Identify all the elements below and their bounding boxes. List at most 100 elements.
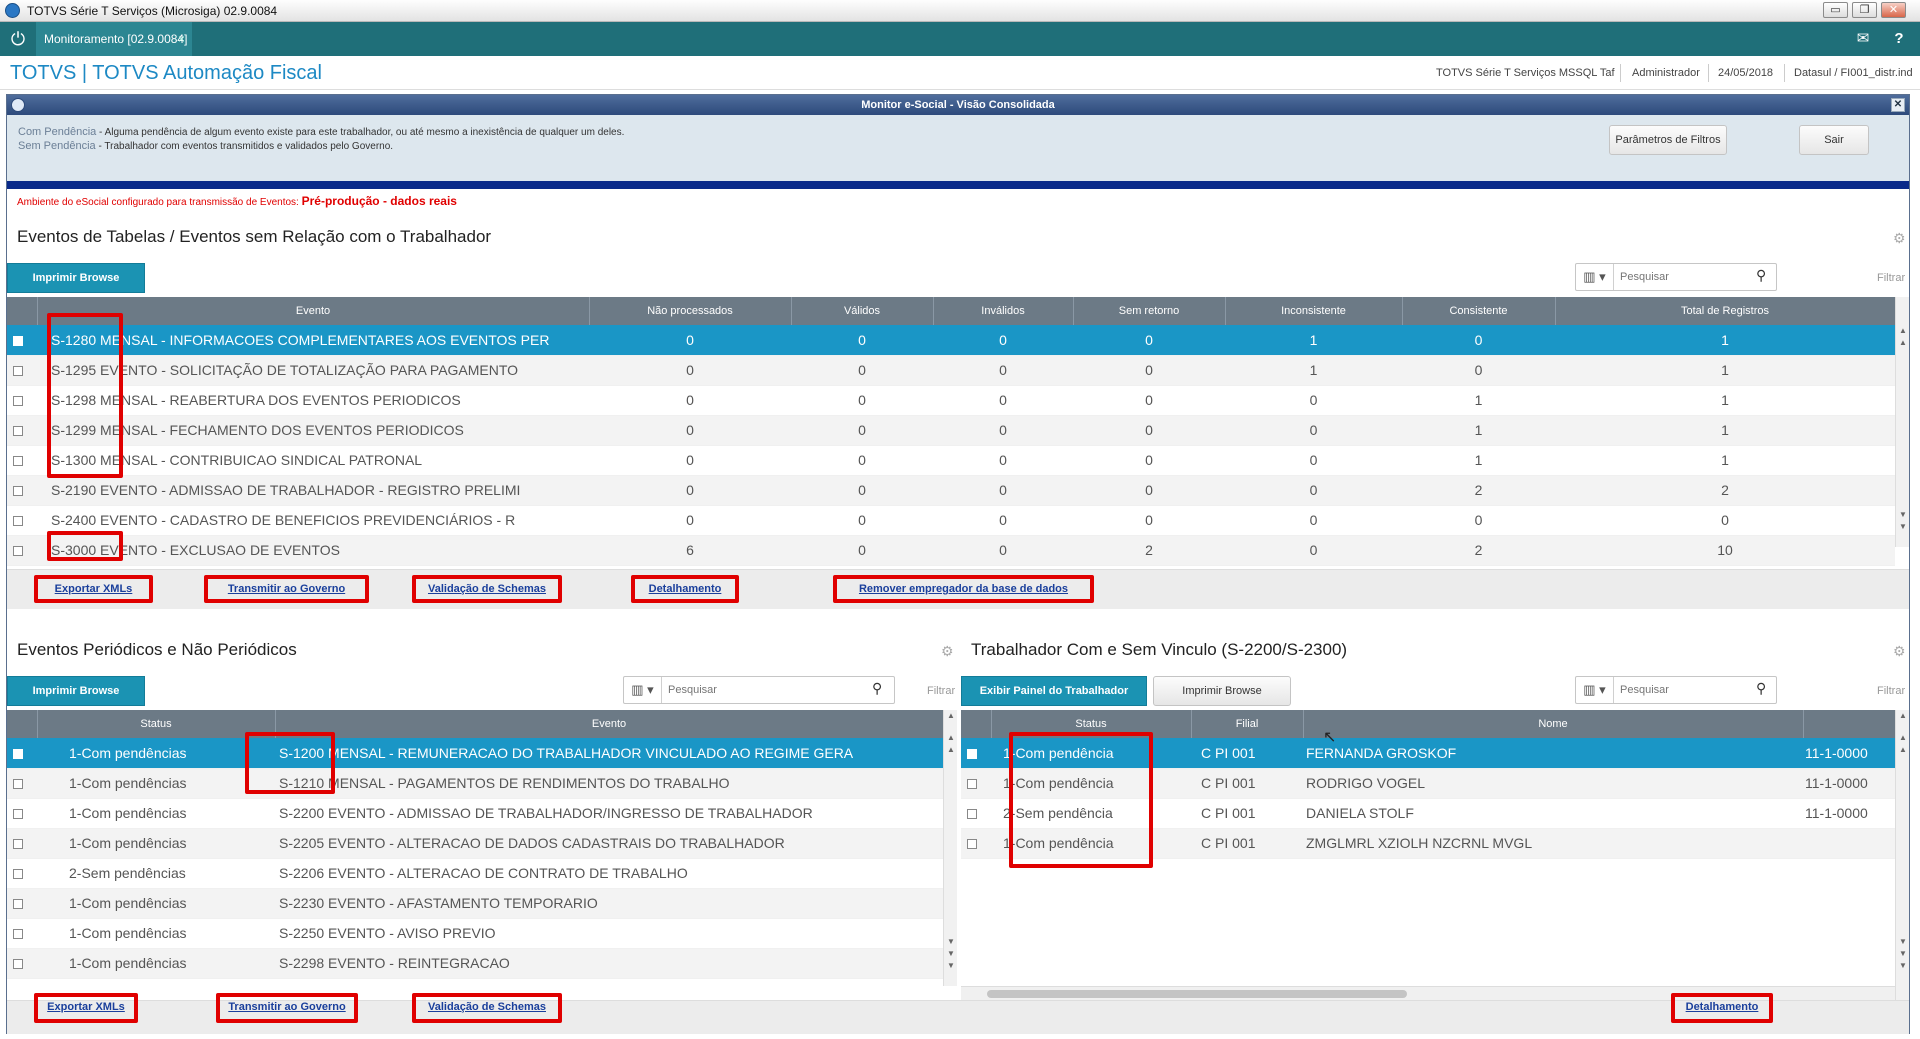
help-icon[interactable]: ?: [1888, 28, 1910, 50]
table-row[interactable]: S-3000 EVENTO - EXCLUSAO DE EVENTOS 6 0 0 2 0…: [7, 535, 1895, 566]
columns-icon[interactable]: ▥ ▾: [624, 677, 662, 703]
filter-label[interactable]: Filtrar: [927, 685, 955, 697]
gear-icon[interactable]: ⚙: [1893, 230, 1906, 247]
remove-employer-link[interactable]: Remover empregador da base de dados: [833, 575, 1094, 603]
row-checkbox[interactable]: [13, 839, 23, 850]
power-icon[interactable]: ⏻: [0, 22, 36, 56]
table-row[interactable]: 1-Com pendências S-2230 EVENTO - AFASTAME…: [7, 888, 943, 919]
export-xml-link[interactable]: Exportar XMLs: [34, 993, 138, 1023]
exit-button[interactable]: Sair: [1799, 125, 1869, 155]
column-header[interactable]: Não processados: [589, 297, 792, 325]
restore-button[interactable]: ❐: [1852, 2, 1877, 18]
monitor-close-button[interactable]: ✕: [1891, 98, 1905, 112]
table-row[interactable]: S-1295 EVENTO - SOLICITAÇÃO DE TOTALIZAÇ…: [7, 355, 1895, 386]
table-row[interactable]: S-2400 EVENTO - CADASTRO DE BENEFICIOS P…: [7, 505, 1895, 536]
table-row[interactable]: 1-Com pendências S-1210 MENSAL - PAGAMENT…: [7, 768, 943, 799]
scroll-thumb[interactable]: [987, 990, 1407, 998]
table-row[interactable]: 1-Com pendências S-2200 EVENTO - ADMISSAO…: [7, 798, 943, 829]
row-select-cell[interactable]: [961, 738, 991, 769]
columns-icon[interactable]: ▥ ▾: [1576, 264, 1614, 290]
row-checkbox[interactable]: [13, 869, 23, 880]
row-checkbox[interactable]: [13, 366, 23, 377]
filter-params-button[interactable]: Parâmetros de Filtros: [1609, 125, 1727, 155]
detail-link[interactable]: Detalhamento: [631, 575, 739, 603]
gear-icon[interactable]: ⚙: [941, 643, 954, 660]
workers-search-input[interactable]: [1620, 681, 1770, 699]
row-checkbox[interactable]: [13, 456, 23, 467]
row-select-cell[interactable]: [7, 948, 37, 979]
search-icon[interactable]: ⚲: [1756, 680, 1766, 697]
close-window-button[interactable]: ✕: [1881, 2, 1906, 18]
table-row[interactable]: S-1280 MENSAL - INFORMACOES COMPLEMENTAR…: [7, 325, 1895, 356]
periodic-scrollbar[interactable]: ▲ ▲ ▲ ▼ ▼ ▼: [943, 710, 957, 986]
columns-icon[interactable]: ▥ ▾: [1576, 677, 1614, 703]
row-checkbox[interactable]: [967, 779, 977, 790]
worker-panel-button[interactable]: Exibir Painel do Trabalhador: [961, 676, 1147, 706]
row-select-cell[interactable]: [7, 385, 37, 416]
row-checkbox[interactable]: [13, 749, 23, 760]
search-icon[interactable]: ⚲: [872, 680, 882, 697]
table-row[interactable]: S-1299 MENSAL - FECHAMENTO DOS EVENTOS P…: [7, 415, 1895, 446]
row-select-cell[interactable]: [7, 415, 37, 446]
filter-label[interactable]: Filtrar: [1877, 685, 1905, 697]
column-header[interactable]: Filial: [1191, 710, 1304, 738]
export-xml-link[interactable]: Exportar XMLs: [34, 575, 153, 603]
validate-schemas-link[interactable]: Validação de Schemas: [412, 993, 562, 1023]
row-select-cell[interactable]: [7, 858, 37, 889]
detail-link[interactable]: Detalhamento: [1671, 993, 1773, 1023]
row-select-cell[interactable]: [7, 888, 37, 919]
print-browse-button[interactable]: Imprimir Browse: [7, 263, 145, 293]
tables-scrollbar[interactable]: ▲ ▲ ▼ ▼: [1895, 297, 1909, 547]
validate-schemas-link[interactable]: Validação de Schemas: [412, 575, 562, 603]
row-select-cell[interactable]: [7, 768, 37, 799]
row-checkbox[interactable]: [13, 899, 23, 910]
column-header[interactable]: Nome: [1303, 710, 1804, 738]
row-select-cell[interactable]: [7, 445, 37, 476]
column-header[interactable]: Total de Registros: [1555, 297, 1896, 325]
row-checkbox[interactable]: [13, 516, 23, 527]
row-checkbox[interactable]: [13, 959, 23, 970]
row-checkbox[interactable]: [13, 929, 23, 940]
row-select-cell[interactable]: [7, 828, 37, 859]
row-checkbox[interactable]: [13, 779, 23, 790]
row-checkbox[interactable]: [13, 486, 23, 497]
row-checkbox[interactable]: [13, 809, 23, 820]
column-header[interactable]: Sem retorno: [1073, 297, 1226, 325]
row-select-cell[interactable]: [7, 918, 37, 949]
tables-search-input[interactable]: [1620, 268, 1770, 286]
row-checkbox[interactable]: [13, 396, 23, 407]
row-select-cell[interactable]: [7, 535, 37, 566]
transmit-government-link[interactable]: Transmitir ao Governo: [204, 575, 369, 603]
print-browse-button[interactable]: Imprimir Browse: [7, 676, 145, 706]
search-icon[interactable]: ⚲: [1756, 267, 1766, 284]
row-select-cell[interactable]: [961, 768, 991, 799]
tab-monitoramento[interactable]: Monitoramento [02.9.0084] ×: [36, 22, 192, 56]
table-row[interactable]: 1-Com pendências S-2250 EVENTO - AVISO PR…: [7, 918, 943, 949]
table-row[interactable]: S-1300 MENSAL - CONTRIBUICAO SINDICAL PA…: [7, 445, 1895, 476]
filter-label[interactable]: Filtrar: [1877, 272, 1905, 284]
minimize-button[interactable]: ▭: [1823, 2, 1848, 18]
table-row[interactable]: 1-Com pendências S-2205 EVENTO - ALTERACA…: [7, 828, 943, 859]
row-checkbox[interactable]: [967, 839, 977, 850]
mail-icon[interactable]: ✉: [1852, 28, 1874, 50]
tab-close-icon[interactable]: ×: [178, 22, 185, 56]
table-row[interactable]: S-2190 EVENTO - ADMISSAO DE TRABALHADOR …: [7, 475, 1895, 506]
row-select-cell[interactable]: [961, 828, 991, 859]
table-row[interactable]: S-1298 MENSAL - REABERTURA DOS EVENTOS P…: [7, 385, 1895, 416]
row-select-cell[interactable]: [7, 738, 37, 769]
row-checkbox[interactable]: [967, 749, 977, 760]
table-row[interactable]: 1-Com pendências S-2298 EVENTO - REINTEGR…: [7, 948, 943, 979]
row-checkbox[interactable]: [13, 546, 23, 557]
column-header[interactable]: Inválidos: [933, 297, 1074, 325]
column-header[interactable]: Válidos: [791, 297, 934, 325]
gear-icon[interactable]: ⚙: [1893, 643, 1906, 660]
periodic-search-input[interactable]: [668, 681, 818, 699]
workers-scrollbar[interactable]: ▲ ▲ ▲ ▼ ▼ ▼: [1895, 710, 1909, 1000]
column-header[interactable]: Evento: [275, 710, 944, 738]
table-row[interactable]: 2-Sem pendências S-2206 EVENTO - ALTERACA…: [7, 858, 943, 889]
row-checkbox[interactable]: [967, 809, 977, 820]
print-browse-button[interactable]: Imprimir Browse: [1153, 676, 1291, 706]
row-checkbox[interactable]: [13, 426, 23, 437]
row-checkbox[interactable]: [13, 336, 23, 347]
row-select-cell[interactable]: [7, 475, 37, 506]
